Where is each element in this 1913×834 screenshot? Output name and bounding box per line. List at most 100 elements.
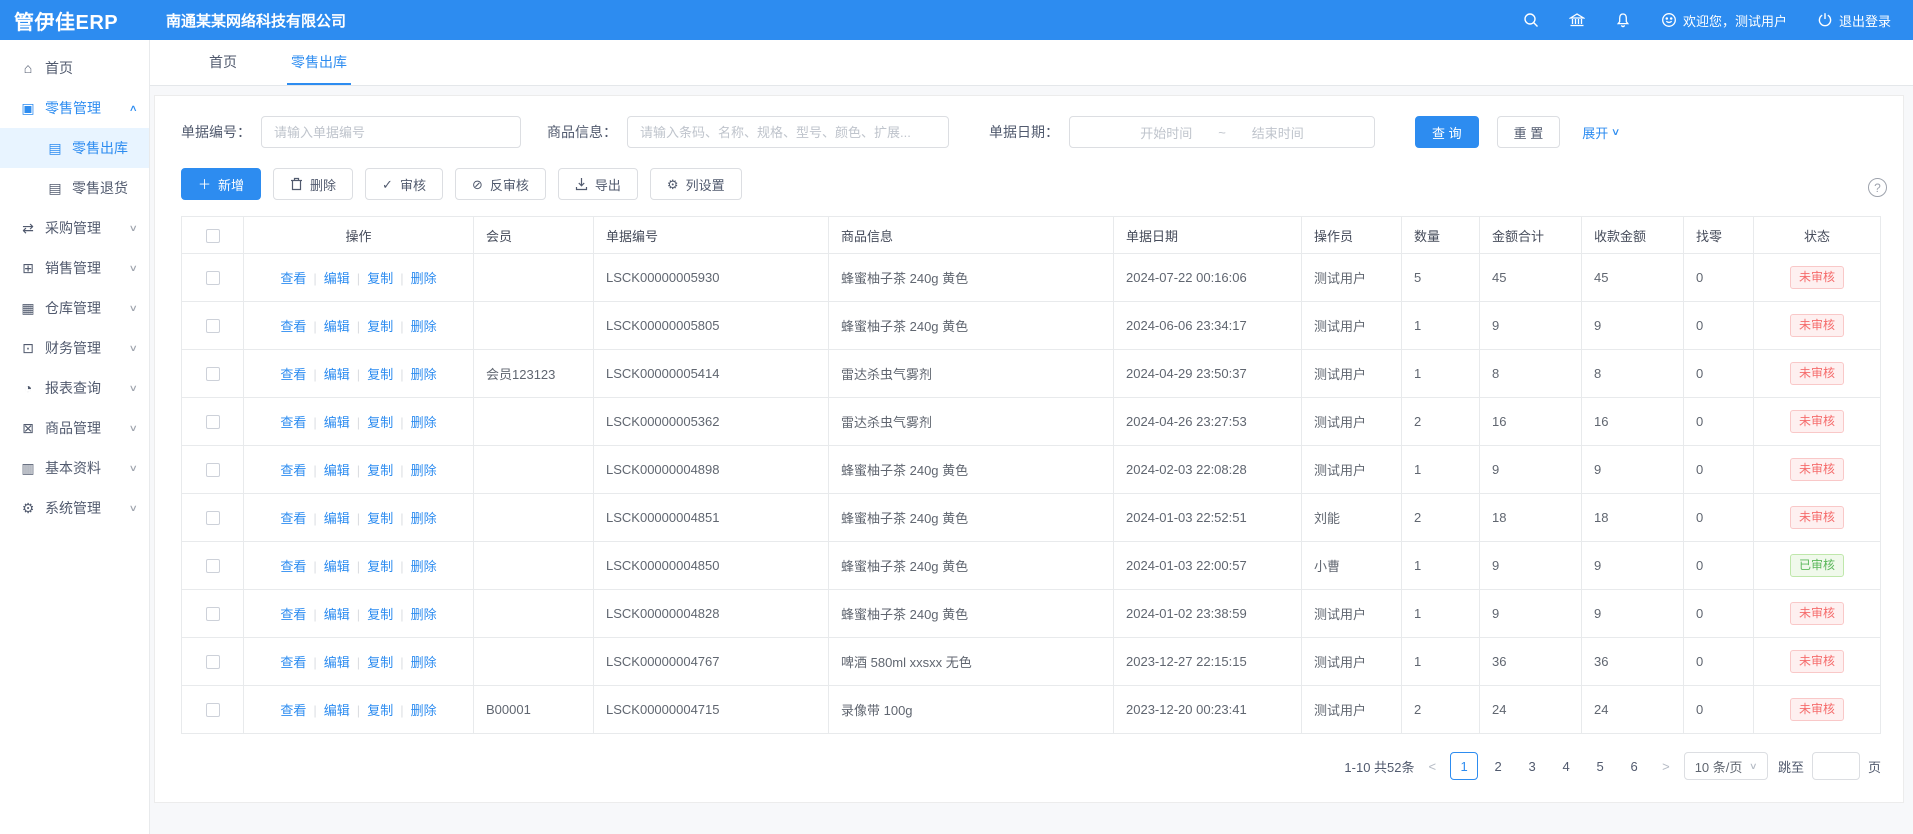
action-link-复制[interactable]: 复制 (367, 367, 393, 382)
action-link-查看[interactable]: 查看 (280, 511, 306, 526)
action-link-编辑[interactable]: 编辑 (324, 607, 350, 622)
action-link-删除[interactable]: 删除 (411, 319, 437, 334)
action-link-删除[interactable]: 删除 (411, 367, 437, 382)
action-link-编辑[interactable]: 编辑 (324, 655, 350, 670)
row-checkbox[interactable] (206, 511, 220, 525)
action-link-复制[interactable]: 复制 (367, 511, 393, 526)
action-link-删除[interactable]: 删除 (411, 463, 437, 478)
action-link-查看[interactable]: 查看 (280, 415, 306, 430)
page-number-3[interactable]: 3 (1518, 752, 1546, 780)
action-link-复制[interactable]: 复制 (367, 559, 393, 574)
action-link-查看[interactable]: 查看 (280, 367, 306, 382)
action-link-编辑[interactable]: 编辑 (324, 271, 350, 286)
action-link-删除[interactable]: 删除 (411, 415, 437, 430)
row-checkbox[interactable] (206, 607, 220, 621)
reset-button[interactable]: 重 置 (1497, 116, 1561, 148)
action-link-删除[interactable]: 删除 (411, 607, 437, 622)
select-all-checkbox[interactable] (206, 229, 220, 243)
action-link-删除[interactable]: 删除 (411, 511, 437, 526)
page-number-1[interactable]: 1 (1450, 752, 1478, 780)
search-button[interactable]: 查 询 (1415, 116, 1479, 148)
row-checkbox[interactable] (206, 655, 220, 669)
next-page-arrow[interactable]: > (1658, 759, 1674, 774)
export-button[interactable]: 导出 (558, 168, 638, 200)
sidebar-item-商品管理[interactable]: ⊠ 商品管理 ∨ (0, 408, 149, 448)
action-link-查看[interactable]: 查看 (280, 607, 306, 622)
prev-page-arrow[interactable]: < (1425, 759, 1441, 774)
sidebar-item-系统管理[interactable]: ⚙ 系统管理 ∨ (0, 488, 149, 528)
action-link-编辑[interactable]: 编辑 (324, 367, 350, 382)
sidebar-item-零售退货[interactable]: ▤ 零售退货 (0, 168, 149, 208)
bell-icon[interactable] (1615, 12, 1631, 28)
action-link-编辑[interactable]: 编辑 (324, 703, 350, 718)
sidebar-item-销售管理[interactable]: ⊞ 销售管理 ∨ (0, 248, 149, 288)
tab-零售出库[interactable]: 零售出库 (287, 40, 351, 85)
bank-icon[interactable] (1569, 12, 1585, 28)
action-link-编辑[interactable]: 编辑 (324, 319, 350, 334)
user-welcome[interactable]: 欢迎您，测试用户 (1661, 11, 1787, 30)
action-link-复制[interactable]: 复制 (367, 655, 393, 670)
row-checkbox[interactable] (206, 319, 220, 333)
action-link-复制[interactable]: 复制 (367, 271, 393, 286)
action-link-编辑[interactable]: 编辑 (324, 559, 350, 574)
sidebar-item-基本资料[interactable]: ▥ 基本资料 ∨ (0, 448, 149, 488)
column-settings-button[interactable]: ⚙ 列设置 (650, 168, 742, 200)
smiley-icon (1661, 12, 1677, 28)
sidebar-item-报表查询[interactable]: ◔ 报表查询 ∨ (0, 368, 149, 408)
col-member: 会员 (474, 217, 594, 254)
unaudit-button[interactable]: ⊘ 反审核 (455, 168, 546, 200)
sidebar-item-财务管理[interactable]: ⊡ 财务管理 ∨ (0, 328, 149, 368)
sales-cart-icon: ⊞ (20, 260, 36, 277)
download-icon (575, 177, 588, 191)
sidebar-item-首页[interactable]: ⌂ 首页 (0, 48, 149, 88)
page-number-4[interactable]: 4 (1552, 752, 1580, 780)
add-button[interactable]: ＋ 新增 (181, 168, 261, 200)
sidebar-item-零售出库[interactable]: ▤ 零售出库 (0, 128, 149, 168)
row-checkbox[interactable] (206, 559, 220, 573)
action-link-复制[interactable]: 复制 (367, 703, 393, 718)
action-link-查看[interactable]: 查看 (280, 559, 306, 574)
cell-operator: 测试用户 (1302, 686, 1402, 734)
jump-page-input[interactable] (1812, 752, 1860, 780)
action-link-复制[interactable]: 复制 (367, 463, 393, 478)
action-link-查看[interactable]: 查看 (280, 703, 306, 718)
action-link-删除[interactable]: 删除 (411, 271, 437, 286)
expand-link[interactable]: 展开 ∨ (1582, 123, 1619, 142)
action-link-删除[interactable]: 删除 (411, 559, 437, 574)
sidebar-item-仓库管理[interactable]: ▦ 仓库管理 ∨ (0, 288, 149, 328)
row-checkbox[interactable] (206, 367, 220, 381)
bill-no-input[interactable] (261, 116, 521, 148)
logout-button[interactable]: 退出登录 (1817, 11, 1891, 30)
action-link-复制[interactable]: 复制 (367, 319, 393, 334)
row-checkbox[interactable] (206, 463, 220, 477)
action-link-复制[interactable]: 复制 (367, 607, 393, 622)
page-number-5[interactable]: 5 (1586, 752, 1614, 780)
page-number-2[interactable]: 2 (1484, 752, 1512, 780)
action-link-查看[interactable]: 查看 (280, 655, 306, 670)
action-link-查看[interactable]: 查看 (280, 463, 306, 478)
delete-button[interactable]: 删除 (273, 168, 353, 200)
help-icon[interactable]: ? (1868, 178, 1887, 197)
sidebar-item-采购管理[interactable]: ⇄ 采购管理 ∨ (0, 208, 149, 248)
row-checkbox[interactable] (206, 415, 220, 429)
action-link-编辑[interactable]: 编辑 (324, 463, 350, 478)
page-number-6[interactable]: 6 (1620, 752, 1648, 780)
row-checkbox[interactable] (206, 271, 220, 285)
sidebar-item-零售管理[interactable]: ▣ 零售管理 ∧ (0, 88, 149, 128)
action-link-查看[interactable]: 查看 (280, 319, 306, 334)
product-info-input[interactable] (627, 116, 949, 148)
action-link-复制[interactable]: 复制 (367, 415, 393, 430)
row-checkbox[interactable] (206, 703, 220, 717)
cell-qty: 1 (1402, 590, 1480, 638)
date-range-picker[interactable]: 开始时间 ~ 结束时间 (1069, 116, 1375, 148)
tab-首页[interactable]: 首页 (205, 40, 241, 85)
action-link-编辑[interactable]: 编辑 (324, 511, 350, 526)
action-link-编辑[interactable]: 编辑 (324, 415, 350, 430)
audit-button[interactable]: ✓ 审核 (365, 168, 443, 200)
page-size-select[interactable]: 10 条/页 ∨ (1684, 752, 1768, 780)
action-link-删除[interactable]: 删除 (411, 703, 437, 718)
action-link-删除[interactable]: 删除 (411, 655, 437, 670)
cell-date: 2023-12-20 00:23:41 (1114, 686, 1302, 734)
search-icon[interactable] (1523, 12, 1539, 28)
action-link-查看[interactable]: 查看 (280, 271, 306, 286)
